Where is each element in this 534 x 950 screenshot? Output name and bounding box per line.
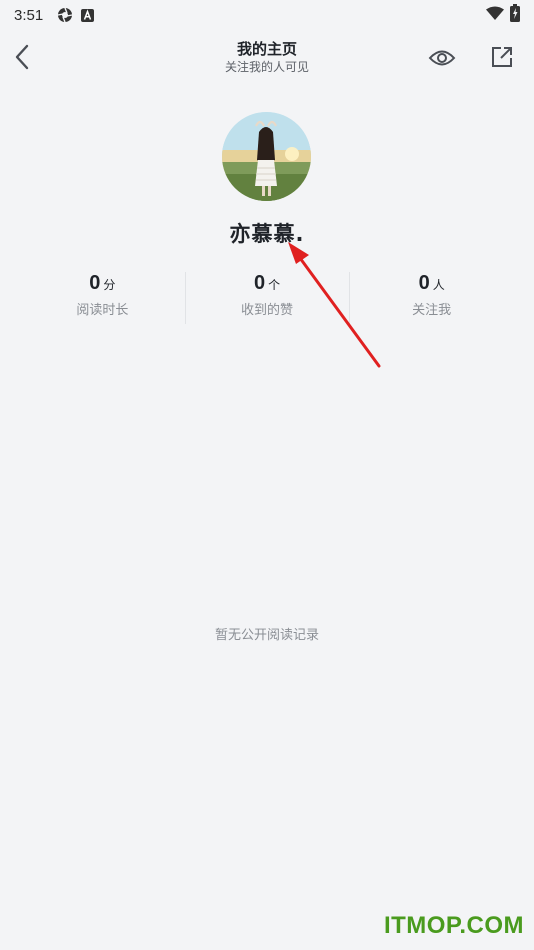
share-external-icon xyxy=(492,47,512,67)
stat-unit: 个 xyxy=(268,278,281,292)
username: 亦慕慕. xyxy=(229,222,305,246)
stat-reading-time[interactable]: 0分 阅读时长 xyxy=(20,272,185,324)
wifi-icon xyxy=(486,6,504,24)
stat-value: 0 xyxy=(418,272,430,294)
stat-unit: 分 xyxy=(103,278,116,292)
stat-label: 阅读时长 xyxy=(76,303,129,318)
empty-state-text: 暂无公开阅读记录 xyxy=(214,628,319,643)
stat-value: 0 xyxy=(89,272,101,294)
stat-label: 收到的赞 xyxy=(241,303,294,318)
share-button[interactable] xyxy=(488,43,516,71)
shutter-icon xyxy=(57,7,73,23)
top-bar: 我的主页 关注我的人可见 xyxy=(0,30,534,86)
status-time: 3:51 xyxy=(14,6,44,24)
stat-label: 关注我 xyxy=(412,303,452,318)
stat-unit: 人 xyxy=(432,278,445,292)
visibility-button[interactable] xyxy=(426,44,458,72)
avatar[interactable] xyxy=(222,112,311,201)
eye-icon xyxy=(428,50,456,66)
stat-value: 0 xyxy=(253,272,266,294)
avatar-image xyxy=(222,112,311,201)
a-badge-icon xyxy=(81,8,95,22)
status-bar: 3:51 xyxy=(0,0,534,30)
watermark: ITMOP.COM xyxy=(383,912,524,939)
battery-charging-icon xyxy=(510,4,520,26)
stat-likes-received[interactable]: 0个 收到的赞 xyxy=(184,272,350,324)
stats-row: 0分 阅读时长 0个 收到的赞 0人 关注我 xyxy=(20,272,514,324)
stat-followers[interactable]: 0人 关注我 xyxy=(349,272,514,324)
